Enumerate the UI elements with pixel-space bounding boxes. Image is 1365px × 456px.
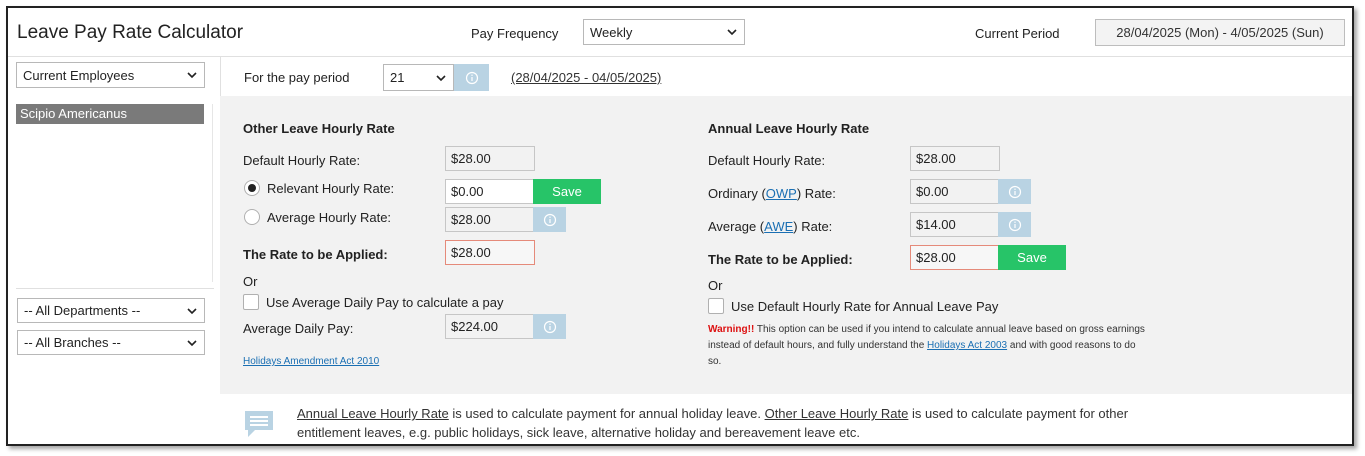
pay-frequency-label: Pay Frequency: [471, 26, 559, 41]
awe-rate-suffix: ) Rate:: [793, 219, 833, 234]
page-title: Leave Pay Rate Calculator: [17, 22, 244, 43]
other-save-button[interactable]: Save: [533, 179, 601, 204]
awe-rate-prefix: Average (: [708, 219, 765, 234]
average-rate-field: $28.00: [445, 207, 534, 232]
holidays-amendment-act-link[interactable]: Holidays Amendment Act 2010: [243, 356, 379, 367]
holidays-act-2003-link[interactable]: Holidays Act 2003: [927, 340, 1007, 351]
employee-list: Scipio Americanus: [16, 104, 214, 282]
awe-rate-field: $14.00: [910, 212, 999, 237]
info-circle-icon: [1008, 185, 1021, 198]
annual-or-label: Or: [708, 278, 723, 293]
relevant-rate-label: Relevant Hourly Rate:: [267, 181, 395, 196]
pay-period-label: For the pay period: [244, 70, 350, 85]
other-default-rate-field: $28.00: [445, 146, 535, 171]
employee-list-item[interactable]: Scipio Americanus: [16, 104, 204, 124]
ordinary-rate-label: Ordinary (OWP) Rate:: [708, 186, 836, 201]
info-circle-icon: [543, 213, 556, 226]
relevant-rate-radio[interactable]: [244, 180, 260, 196]
average-daily-pay-info-button[interactable]: [533, 314, 566, 339]
footer-explanation: Annual Leave Hourly Rate is used to calc…: [297, 404, 1177, 442]
pay-frequency-value: Weekly: [590, 24, 633, 40]
annual-leave-rate-term: Annual Leave Hourly Rate: [297, 406, 449, 421]
awe-rate-info-button[interactable]: [998, 212, 1031, 237]
awe-rate-label: Average (AWE) Rate:: [708, 219, 832, 234]
default-hourly-rate-checkbox-label: Use Default Hourly Rate for Annual Leave…: [731, 299, 999, 314]
other-or-label: Or: [243, 274, 258, 289]
annual-applied-rate-label: The Rate to be Applied:: [708, 252, 853, 267]
warning-strong: Warning!!: [708, 324, 755, 335]
average-daily-pay-field: $224.00: [445, 314, 534, 339]
owp-link[interactable]: OWP: [766, 186, 797, 201]
info-circle-icon: [465, 71, 478, 84]
annual-leave-heading: Annual Leave Hourly Rate: [708, 121, 870, 136]
other-leave-rate-term: Other Leave Hourly Rate: [764, 406, 909, 421]
header-divider: [8, 56, 1352, 57]
other-applied-rate-field: $28.00: [445, 240, 535, 265]
employee-filter-value: Current Employees: [23, 67, 135, 83]
default-hourly-rate-checkbox[interactable]: [708, 298, 724, 314]
pay-frequency-select[interactable]: Weekly: [583, 19, 745, 45]
info-circle-icon: [1008, 218, 1021, 231]
chevron-down-icon: [187, 307, 197, 314]
average-rate-info-button[interactable]: [533, 207, 566, 232]
ordinary-rate-suffix: ) Rate:: [796, 186, 836, 201]
annual-default-rate-label: Default Hourly Rate:: [708, 153, 826, 168]
ordinary-rate-prefix: Ordinary (: [708, 186, 766, 201]
employee-filter-select[interactable]: Current Employees: [16, 62, 205, 88]
leave-pay-rate-window: Leave Pay Rate Calculator Pay Frequency …: [6, 6, 1354, 446]
chevron-down-icon: [436, 74, 446, 81]
other-leave-heading: Other Leave Hourly Rate: [243, 121, 395, 136]
annual-default-rate-field: $28.00: [910, 146, 1000, 171]
ordinary-rate-info-button[interactable]: [998, 179, 1031, 204]
ordinary-rate-field: $0.00: [910, 179, 999, 204]
average-rate-label: Average Hourly Rate:: [267, 210, 392, 225]
relevant-rate-input[interactable]: $0.00: [445, 179, 534, 204]
other-default-rate-label: Default Hourly Rate:: [243, 153, 361, 168]
other-applied-rate-label: The Rate to be Applied:: [243, 247, 388, 262]
branch-filter-value: -- All Branches --: [24, 335, 121, 350]
sidebar-divider: [16, 288, 214, 289]
department-filter-value: -- All Departments --: [24, 303, 141, 318]
branch-filter-select[interactable]: -- All Branches --: [17, 330, 205, 355]
pay-period-info-button[interactable]: [454, 64, 489, 91]
chevron-down-icon: [727, 29, 737, 36]
annual-applied-rate-input[interactable]: $28.00: [910, 245, 999, 270]
awe-link[interactable]: AWE: [764, 219, 793, 234]
footer-text-1: is used to calculate payment for annual …: [448, 406, 765, 421]
chat-bubble-icon: [245, 411, 273, 437]
pay-period-number: 21: [390, 70, 405, 85]
average-daily-pay-checkbox[interactable]: [243, 294, 259, 310]
average-rate-radio[interactable]: [244, 209, 260, 225]
department-filter-select[interactable]: -- All Departments --: [17, 298, 205, 323]
average-daily-pay-checkbox-label: Use Average Daily Pay to calculate a pay: [266, 295, 504, 310]
chevron-down-icon: [187, 339, 197, 346]
current-period-value: 28/04/2025 (Mon) - 4/05/2025 (Sun): [1095, 19, 1345, 46]
current-period-label: Current Period: [975, 26, 1060, 41]
average-daily-pay-label: Average Daily Pay:: [243, 321, 354, 336]
info-circle-icon: [543, 320, 556, 333]
warning-message: Warning!! This option can be used if you…: [708, 322, 1148, 370]
annual-save-button[interactable]: Save: [998, 245, 1066, 270]
pay-period-range-link[interactable]: (28/04/2025 - 04/05/2025): [511, 70, 661, 85]
pay-period-select[interactable]: 21: [383, 64, 454, 91]
chevron-down-icon: [187, 72, 197, 79]
